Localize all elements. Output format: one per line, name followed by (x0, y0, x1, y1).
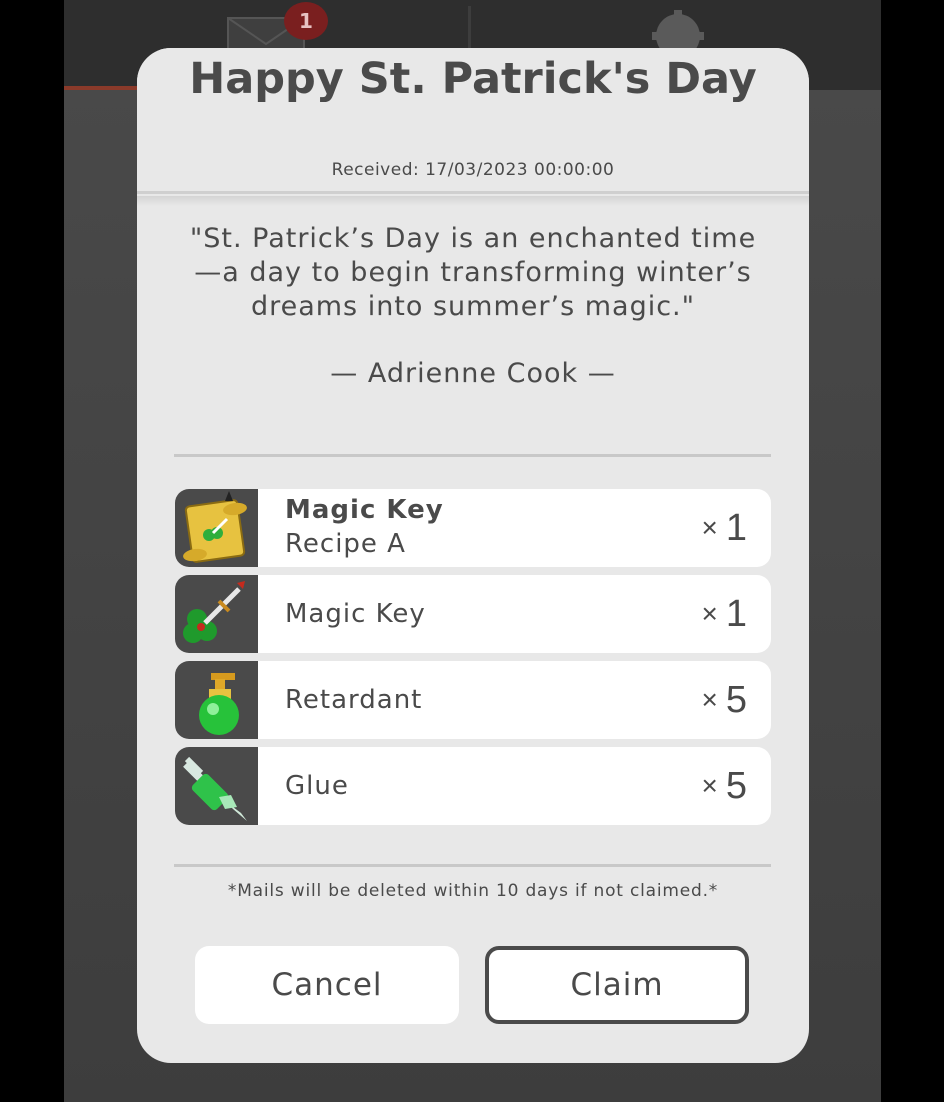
mail-badge: 1 (284, 2, 328, 40)
reward-list: Magic Key Recipe A × 1 Magic Key × 1 Ret… (175, 489, 771, 833)
reward-item: Magic Key Recipe A × 1 (175, 489, 771, 567)
reward-item: Glue × 5 (175, 747, 771, 825)
reward-item-name: Magic Key (285, 599, 426, 629)
green-potion-icon (175, 661, 258, 739)
reward-item-quantity: × 5 (702, 661, 748, 739)
mail-quote: "St. Patrick’s Day is an enchanted time—… (189, 223, 757, 322)
reward-item-quantity: × 1 (702, 489, 748, 567)
reward-item-name: Glue (285, 771, 349, 801)
times-sign: × (701, 512, 718, 543)
reward-item-quantity: × 1 (702, 575, 748, 653)
cancel-button[interactable]: Cancel (195, 946, 459, 1024)
header-shadow (137, 196, 809, 206)
quantity-value: 1 (725, 592, 747, 635)
scroll-recipe-icon (175, 489, 258, 567)
reward-item-name: Magic Key (285, 495, 444, 525)
times-sign: × (701, 684, 718, 715)
divider-bottom (174, 864, 771, 867)
expiry-notice: *Mails will be deleted within 10 days if… (227, 881, 719, 901)
times-sign: × (701, 770, 718, 801)
reward-item-quantity: × 5 (702, 747, 748, 825)
clover-key-icon (175, 575, 258, 653)
divider-top (174, 454, 771, 457)
reward-item-subtitle: Recipe A (285, 529, 406, 559)
received-timestamp: Received: 17/03/2023 00:00:00 (331, 160, 615, 180)
mail-dialog: Happy St. Patrick's Day Received: 17/03/… (137, 48, 809, 1063)
reward-item-name: Retardant (285, 685, 423, 715)
reward-item-label: Magic Key Recipe A (285, 493, 444, 561)
quote-author: — Adrienne Cook — (330, 358, 616, 389)
quantity-value: 5 (725, 764, 747, 807)
reward-item: Retardant × 5 (175, 661, 771, 739)
glue-syringe-icon (175, 747, 258, 825)
dialog-title: Happy St. Patrick's Day (189, 54, 757, 104)
claim-button[interactable]: Claim (485, 946, 749, 1024)
dialog-header: Happy St. Patrick's Day Received: 17/03/… (137, 48, 809, 194)
quantity-value: 1 (725, 506, 747, 549)
times-sign: × (701, 598, 718, 629)
quantity-value: 5 (725, 678, 747, 721)
reward-item: Magic Key × 1 (175, 575, 771, 653)
